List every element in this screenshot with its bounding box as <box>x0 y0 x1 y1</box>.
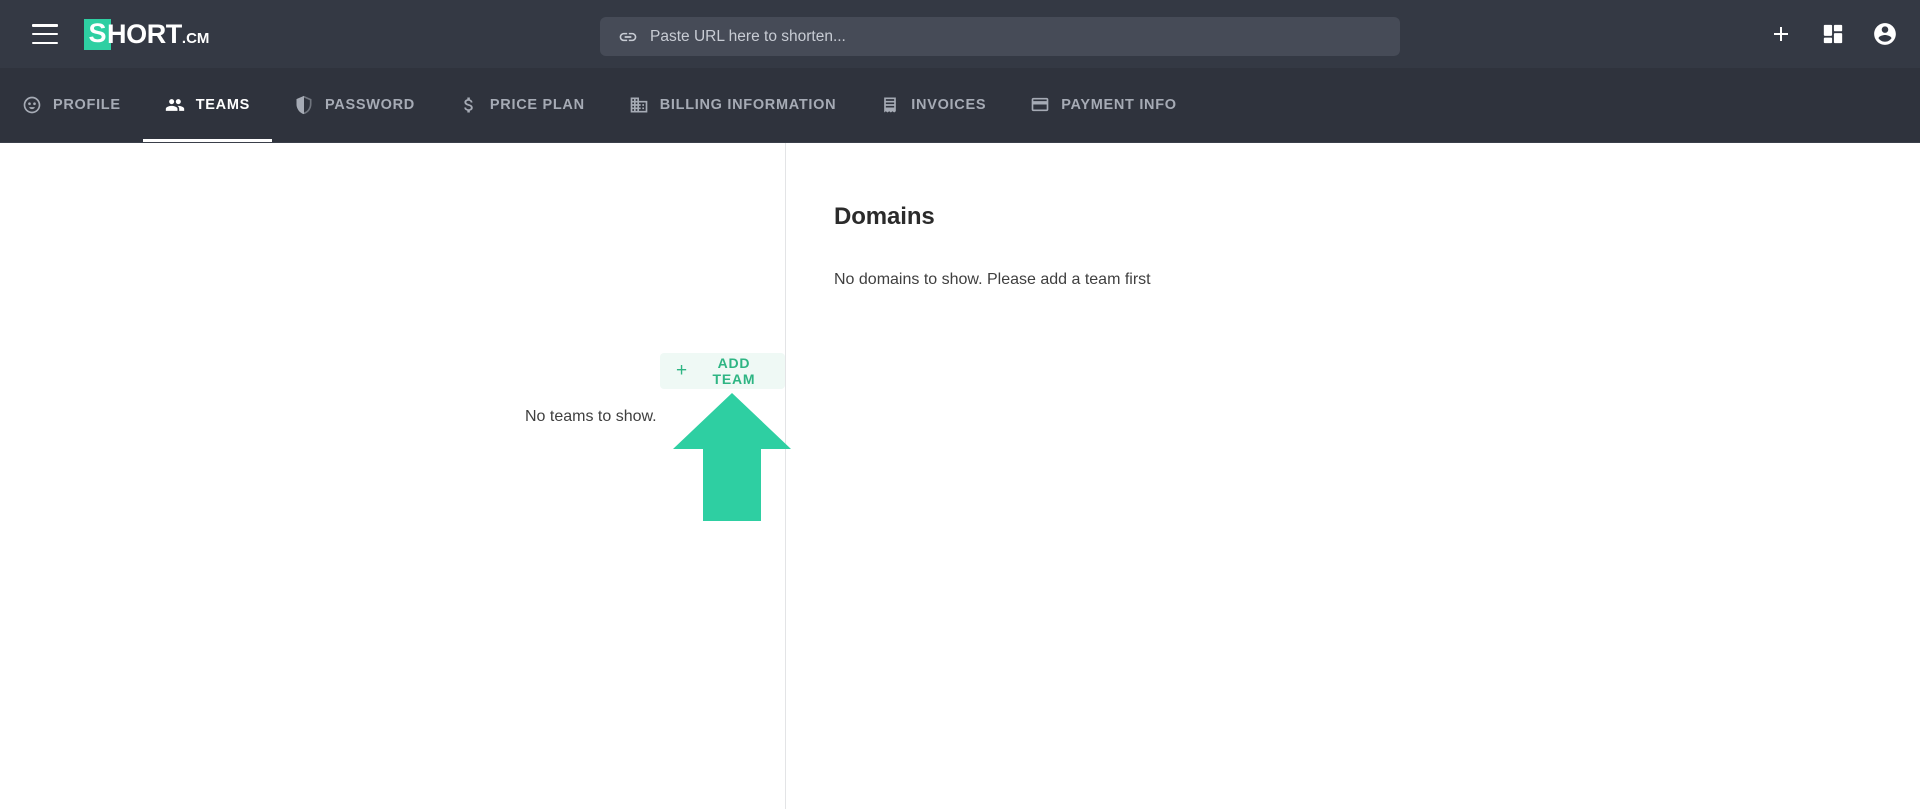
tab-label: TEAMS <box>195 96 250 113</box>
top-header-bar: S HORT .CM <box>0 0 1920 68</box>
logo-tld: .CM <box>181 29 210 47</box>
tab-teams[interactable]: TEAMS <box>142 67 273 142</box>
profile-face-icon <box>22 95 42 115</box>
logo-mark-letter: S <box>88 17 107 48</box>
tab-profile[interactable]: PROFILE <box>0 67 143 142</box>
settings-tab-bar: PROFILE TEAMS PASSWORD PRICE PLAN BILLIN… <box>0 68 1920 143</box>
tab-label: BILLING INFORMATION <box>659 96 837 113</box>
main-content: + ADD TEAM No teams to show. Domains No … <box>0 143 1920 809</box>
credit-card-icon <box>1030 95 1050 115</box>
tab-billing-information[interactable]: BILLING INFORMATION <box>607 67 859 142</box>
search-input[interactable] <box>650 27 1382 46</box>
hamburger-line <box>32 41 58 44</box>
tab-price-plan[interactable]: PRICE PLAN <box>437 67 607 142</box>
logo-name: HORT <box>107 18 182 49</box>
shield-icon <box>294 95 314 115</box>
hamburger-line <box>32 32 58 36</box>
grid-icon[interactable] <box>1820 21 1846 47</box>
shortcm-logo[interactable]: S HORT .CM <box>84 16 214 52</box>
tab-label: PROFILE <box>53 96 121 113</box>
tab-label: PASSWORD <box>325 96 415 113</box>
teams-empty-message: No teams to show. <box>525 408 657 425</box>
tab-label: PAYMENT INFO <box>1061 96 1177 113</box>
people-icon <box>165 95 185 115</box>
hamburger-line <box>32 24 58 27</box>
receipt-icon <box>880 95 900 115</box>
header-actions <box>1768 0 1898 68</box>
link-icon <box>618 27 638 47</box>
plus-icon: + <box>676 359 688 381</box>
hamburger-menu-icon[interactable] <box>32 24 58 44</box>
add-team-button[interactable]: + ADD TEAM <box>660 353 785 389</box>
tab-password[interactable]: PASSWORD <box>272 67 437 142</box>
tab-label: PRICE PLAN <box>489 96 585 113</box>
tab-label: INVOICES <box>911 96 987 113</box>
dollar-icon <box>459 95 479 115</box>
domains-panel: Domains No domains to show. Please add a… <box>786 143 1920 809</box>
account-circle-icon[interactable] <box>1872 21 1898 47</box>
plus-icon[interactable] <box>1768 21 1794 47</box>
domains-empty-message: No domains to show. Please add a team fi… <box>834 271 1151 288</box>
url-shortener-bar[interactable] <box>600 17 1400 56</box>
tab-invoices[interactable]: INVOICES <box>858 67 1008 142</box>
add-team-label: ADD TEAM <box>712 355 756 387</box>
building-icon <box>629 95 649 115</box>
teams-panel: + ADD TEAM No teams to show. <box>0 143 786 809</box>
domains-title: Domains <box>834 203 935 230</box>
tab-payment-info[interactable]: PAYMENT INFO <box>1008 67 1199 142</box>
